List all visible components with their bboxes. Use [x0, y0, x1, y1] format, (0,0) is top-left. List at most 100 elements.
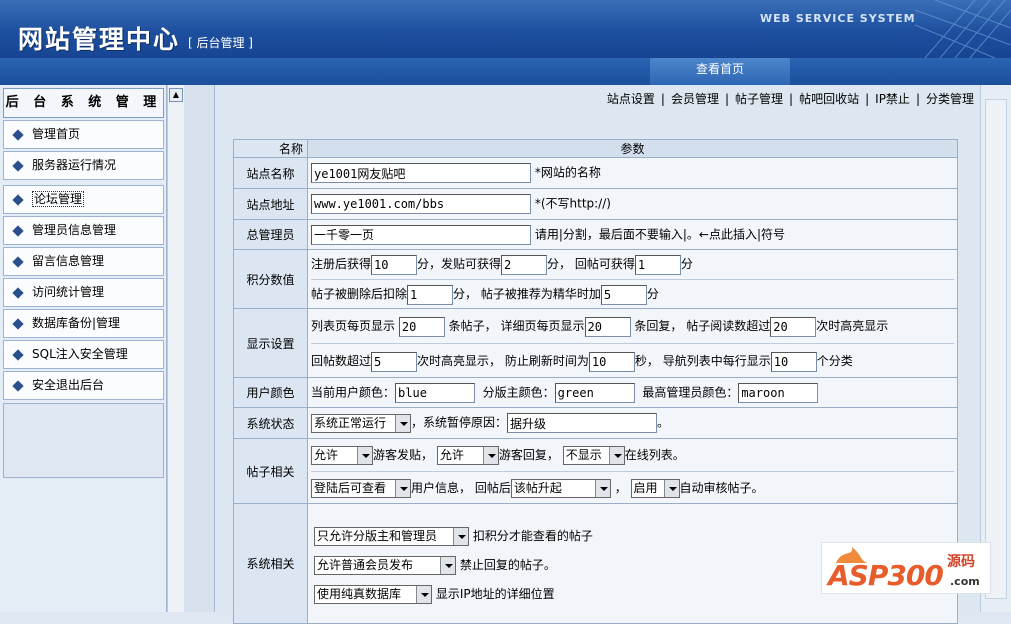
table-header-row: 名称 参数 — [233, 139, 958, 158]
menu-post-management[interactable]: 帖子管理 — [735, 92, 783, 106]
sidebar-item-admin-home[interactable]: 管理首页 — [3, 120, 164, 149]
sidebar-item-logout[interactable]: 安全退出后台 — [3, 371, 164, 400]
auto-audit-select[interactable]: 启用 — [630, 479, 680, 498]
current-user-color-text: 当前用户颜色： — [311, 385, 396, 399]
menu-recycle-bin[interactable]: 帖吧回收站 — [799, 92, 859, 106]
dropdown-arrow-icon[interactable] — [440, 557, 455, 574]
current-user-color-input[interactable] — [395, 382, 476, 403]
menu-ip-ban[interactable]: IP禁止 — [875, 92, 910, 106]
select-value: 登陆后可查看 — [314, 481, 387, 495]
table-row: 用户颜色 当前用户颜色： 分版主颜色： 最高管理员颜色： — [233, 377, 958, 408]
col-header-name: 名称 — [233, 139, 308, 158]
diamond-bullet-icon — [12, 194, 24, 206]
diamond-bullet-icon — [12, 380, 24, 392]
sidebar-scrollbar[interactable]: ▲ — [167, 85, 184, 612]
ip-database-select[interactable]: 使用纯真数据库 — [314, 585, 432, 604]
guest-reply-select[interactable]: 允许 — [436, 446, 499, 465]
post-points-text: 发贴可获得 — [441, 257, 502, 271]
menu-separator: | — [724, 92, 730, 106]
admin-note: 请用|分割，最后面不要输入|。←点此插入|符号 — [534, 227, 786, 241]
table-row: 总管理员 请用|分割，最后面不要输入|。←点此插入|符号 — [233, 219, 958, 250]
row-label: 帖子相关 — [233, 438, 308, 504]
dropdown-arrow-icon[interactable] — [357, 447, 372, 464]
user-info-select[interactable]: 登陆后可查看 — [311, 479, 411, 498]
nav-per-row-input[interactable] — [770, 351, 817, 372]
row-label: 显示设置 — [233, 308, 308, 378]
admin-input[interactable] — [311, 224, 531, 245]
dropdown-arrow-icon[interactable] — [395, 480, 410, 497]
reply-points-input[interactable] — [634, 254, 681, 275]
site-name-input[interactable] — [311, 163, 531, 183]
top-nav-bar: 查看首页 — [0, 58, 1011, 85]
moderator-color-input[interactable] — [554, 382, 635, 403]
sidebar-item-server-status[interactable]: 服务器运行情况 — [3, 151, 164, 180]
row-label: 站点名称 — [233, 157, 308, 189]
detail-per-page-text: 详细页每页显示 — [500, 319, 585, 333]
register-points-input[interactable] — [371, 254, 418, 275]
detail-per-page-input[interactable] — [584, 316, 631, 337]
menu-separator: | — [660, 92, 665, 106]
admin-color-input[interactable] — [738, 382, 819, 403]
reply-highlight-input[interactable] — [371, 351, 418, 372]
row-value: *(不写http://) — [307, 188, 958, 220]
dropdown-arrow-icon[interactable] — [663, 480, 679, 497]
menu-member-management[interactable]: 会员管理 — [671, 92, 719, 106]
site-name-note: *网站的名称 — [534, 165, 601, 180]
unit-text: 分 — [646, 287, 659, 301]
dropdown-arrow-icon[interactable] — [594, 480, 610, 497]
dropdown-arrow-icon[interactable] — [482, 447, 498, 464]
site-url-input[interactable] — [311, 194, 531, 214]
unit-text: 秒， — [634, 354, 659, 368]
main-scrollbar[interactable] — [980, 85, 1011, 612]
scroll-up-arrow-icon[interactable]: ▲ — [169, 88, 183, 102]
read-highlight-input[interactable] — [770, 316, 817, 337]
sidebar-item-forum[interactable]: 论坛管理 — [3, 185, 164, 214]
deleted-points-input[interactable] — [407, 284, 454, 305]
nav-per-row-text: 导航列表中每行显示 — [662, 354, 771, 368]
menu-category-management[interactable]: 分类管理 — [926, 92, 974, 106]
publish-permission-select[interactable]: 允许普通会员发布 — [314, 556, 456, 575]
online-list-text: 在线列表。 — [624, 448, 685, 462]
sidebar-item-messages[interactable]: 留言信息管理 — [3, 247, 164, 276]
menu-site-settings[interactable]: 站点设置 — [607, 92, 655, 106]
scrollbar-thumb[interactable] — [985, 99, 1007, 599]
list-per-page-input[interactable] — [398, 316, 445, 337]
row-value: 系统正常运行 ，系统暂停原因： 。 — [307, 407, 958, 439]
dropdown-arrow-icon[interactable] — [453, 528, 468, 545]
select-value: 系统正常运行 — [314, 415, 387, 430]
dropdown-arrow-icon[interactable] — [395, 414, 410, 432]
diamond-bullet-icon — [12, 349, 24, 361]
header-banner: 网站管理中心 [ 后台管理 ] WEB SERVICE SYSTEM — [0, 0, 1011, 58]
guest-reply-text: 游客回复， — [498, 448, 559, 462]
sidebar-heading: 后 台 系 统 管 理 — [3, 88, 164, 118]
table-row: 帖子相关 允许 游客发贴， 允许 游客回复， 不显示 在线列表。 登陆后可查看 用户信息… — [233, 438, 958, 504]
table-row: 积分数值 注册后获得分，发贴可获得分， 回帖可获得分 帖子被删除后扣除分， 帖子… — [233, 249, 958, 309]
refresh-interval-input[interactable] — [588, 351, 635, 372]
sidebar-item-sql-security[interactable]: SQL注入安全管理 — [3, 340, 164, 369]
view-permission-select[interactable]: 只允许分版主和管理员 — [314, 527, 469, 546]
system-label: WEB SERVICE SYSTEM — [760, 12, 916, 25]
admin-color-text: 最高管理员颜色： — [642, 385, 739, 399]
reply-points-text: 回帖可获得 — [574, 257, 635, 271]
sidebar-item-admins[interactable]: 管理员信息管理 — [3, 216, 164, 245]
select-value: 启用 — [633, 481, 658, 495]
row-value: 列表页每页显示 条帖子， 详细页每页显示 条回复， 帖子阅读数超过次时高亮显示 … — [307, 308, 958, 378]
publish-permission-text: 禁止回复的帖子。 — [459, 558, 556, 572]
points-line-2: 帖子被删除后扣除 分， 帖子被推荐为精华时加 分 — [311, 279, 954, 308]
pause-reason-input[interactable] — [507, 413, 658, 433]
dropdown-arrow-icon[interactable] — [608, 447, 624, 464]
register-points-text: 注册后获得 — [311, 257, 372, 271]
online-list-select[interactable]: 不显示 — [562, 446, 625, 465]
unit-text: 分 — [680, 257, 693, 271]
sidebar-item-backup[interactable]: 数据库备份|管理 — [3, 309, 164, 338]
post-points-input[interactable] — [501, 254, 548, 275]
sidebar-item-stats[interactable]: 访问统计管理 — [3, 278, 164, 307]
view-homepage-link[interactable]: 查看首页 — [650, 58, 790, 85]
sidebar-item-label: 论坛管理 — [32, 191, 85, 207]
guest-post-select[interactable]: 允许 — [311, 446, 373, 465]
select-value: 该帖升起 — [513, 481, 562, 495]
featured-points-input[interactable] — [600, 284, 647, 305]
dropdown-arrow-icon[interactable] — [416, 586, 431, 603]
system-status-select[interactable]: 系统正常运行 — [311, 413, 411, 433]
after-reply-select[interactable]: 该帖升起 — [510, 479, 611, 498]
